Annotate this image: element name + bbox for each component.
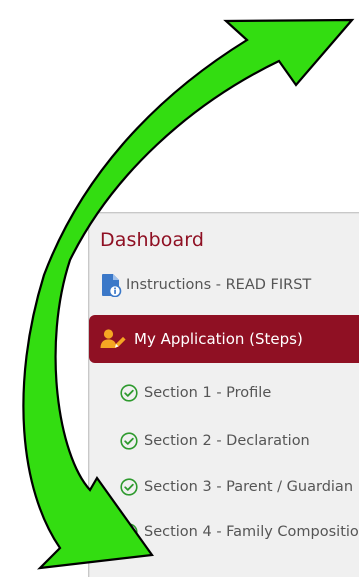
check-circle-icon (120, 523, 138, 541)
dashboard-panel: Dashboard Instructions - READ FIRST My A… (88, 212, 359, 577)
nav-item-section-3[interactable]: Section 3 - Parent / Guardian (89, 465, 359, 509)
nav-item-label: Section 4 - Family Composition (144, 524, 359, 540)
nav-item-label: Section 2 - Declaration (144, 433, 310, 449)
check-circle-icon (120, 432, 138, 450)
nav-item-section-1[interactable]: Section 1 - Profile (89, 371, 359, 415)
nav-item-instructions[interactable]: Instructions - READ FIRST (89, 263, 359, 307)
screenshot-stage: Dashboard Instructions - READ FIRST My A… (0, 0, 359, 577)
nav-item-label: Section 3 - Parent / Guardian (144, 479, 354, 495)
nav-item-section-2[interactable]: Section 2 - Declaration (89, 419, 359, 463)
user-edit-icon (100, 329, 126, 348)
panel-title: Dashboard (100, 229, 204, 251)
document-info-icon (102, 274, 122, 297)
nav-item-label: Section 1 - Profile (144, 385, 272, 401)
nav-item-my-application[interactable]: My Application (Steps) (89, 315, 359, 363)
nav-item-section-4[interactable]: Section 4 - Family Composition (89, 510, 359, 554)
check-circle-icon (120, 478, 138, 496)
nav-item-label: My Application (Steps) (134, 330, 303, 348)
nav-item-label: Instructions - READ FIRST (126, 277, 312, 293)
check-circle-icon (120, 384, 138, 402)
